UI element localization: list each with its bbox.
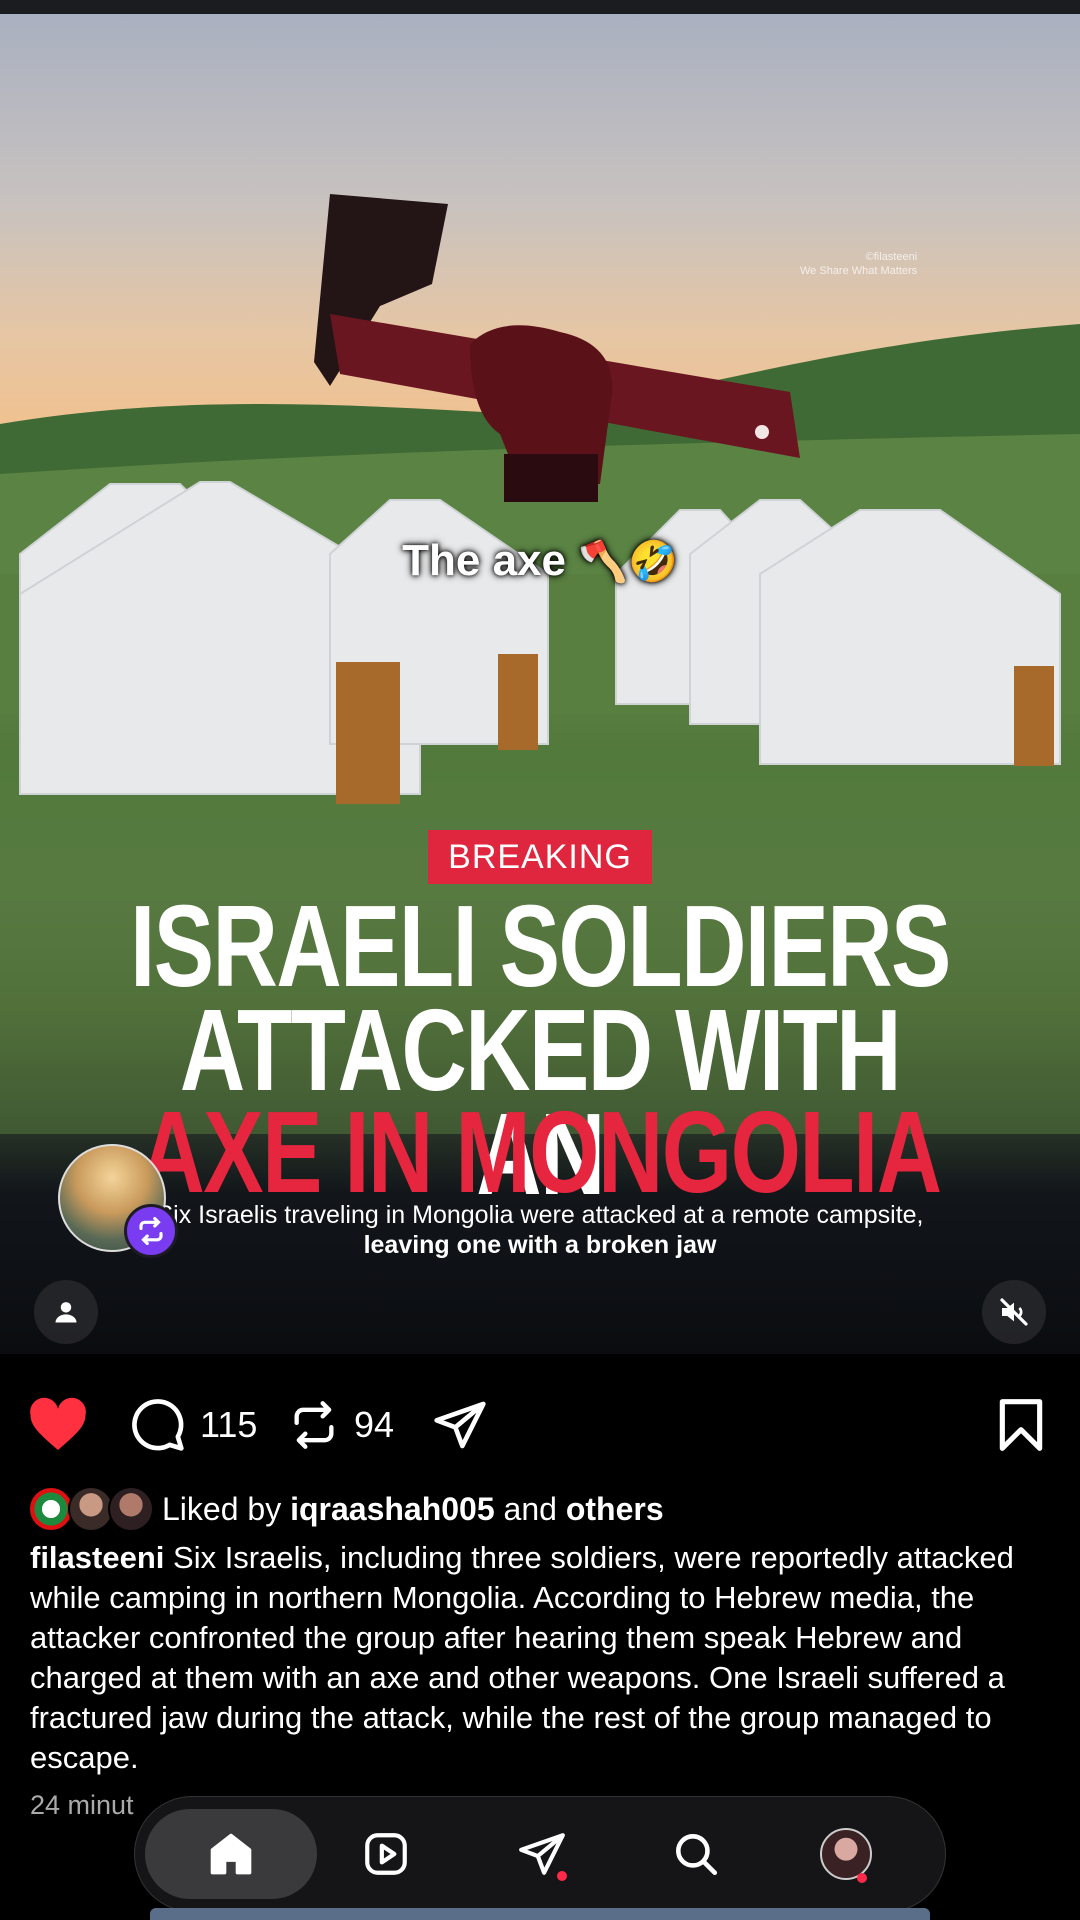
next-post-peek bbox=[150, 1908, 930, 1920]
tagged-users-button[interactable] bbox=[34, 1280, 98, 1344]
bookmark-icon bbox=[999, 1399, 1043, 1451]
notification-dot bbox=[857, 1873, 867, 1883]
caption-text: Six Israelis, including three soldiers, … bbox=[30, 1540, 1014, 1775]
caption-username[interactable]: filasteeni bbox=[30, 1540, 164, 1575]
liked-by-others-link[interactable]: others bbox=[566, 1491, 664, 1528]
overlay-caption: The axe 🪓🤣 bbox=[402, 536, 678, 585]
nav-home[interactable] bbox=[145, 1809, 317, 1899]
profile-avatar bbox=[820, 1828, 872, 1880]
like-button[interactable] bbox=[28, 1390, 88, 1460]
comment-button[interactable]: 115 bbox=[130, 1390, 257, 1460]
liked-by-and: and bbox=[503, 1490, 557, 1527]
repost-button[interactable]: 94 bbox=[288, 1390, 394, 1460]
post-caption: filasteeni Six Israelis, including three… bbox=[30, 1538, 1060, 1778]
breaking-label: BREAKING bbox=[428, 830, 652, 884]
user-icon bbox=[55, 1302, 77, 1323]
heart-icon bbox=[30, 1397, 86, 1450]
liked-by-user-link[interactable]: iqraashah005 bbox=[290, 1491, 495, 1528]
paper-plane-icon bbox=[434, 1401, 486, 1449]
post-media[interactable]: ©filasteeni We Share What Matters The ax… bbox=[0, 14, 1080, 1354]
nav-messages[interactable] bbox=[497, 1809, 587, 1899]
share-button[interactable] bbox=[432, 1390, 488, 1460]
repost-icon bbox=[294, 1401, 334, 1449]
notification-dot bbox=[557, 1871, 567, 1881]
reels-icon bbox=[365, 1833, 407, 1875]
repost-count: 94 bbox=[354, 1404, 395, 1445]
headline-line-1: ISRAELI SOLDIERS bbox=[130, 881, 951, 1011]
comment-count: 115 bbox=[200, 1404, 258, 1445]
home-icon bbox=[210, 1833, 252, 1875]
mute-button[interactable] bbox=[982, 1280, 1046, 1344]
headline-line-3: AXE IN MONGOLIA bbox=[139, 1087, 942, 1217]
media-subline: Six Israelis traveling in Mongolia were … bbox=[156, 1201, 924, 1259]
liker-avatars bbox=[28, 1484, 154, 1534]
speaker-muted-icon bbox=[1000, 1298, 1028, 1326]
nav-reels[interactable] bbox=[341, 1809, 431, 1899]
liked-by-prefix: Liked by bbox=[162, 1490, 282, 1527]
status-strip bbox=[0, 0, 1080, 14]
repost-badge-icon bbox=[124, 1204, 178, 1258]
comment-icon bbox=[132, 1399, 184, 1451]
save-button[interactable] bbox=[996, 1390, 1046, 1460]
bottom-nav bbox=[134, 1796, 946, 1912]
liked-by-row[interactable]: Liked by iqraashah005 and others bbox=[28, 1484, 664, 1534]
watermark: ©filasteeni We Share What Matters bbox=[800, 251, 918, 277]
avatar bbox=[108, 1486, 154, 1532]
nav-search[interactable] bbox=[651, 1809, 741, 1899]
nav-profile[interactable] bbox=[801, 1809, 891, 1899]
search-icon bbox=[676, 1834, 718, 1876]
post-timestamp: 24 minut bbox=[30, 1790, 134, 1820]
action-bar: 115 94 bbox=[0, 1390, 1080, 1460]
